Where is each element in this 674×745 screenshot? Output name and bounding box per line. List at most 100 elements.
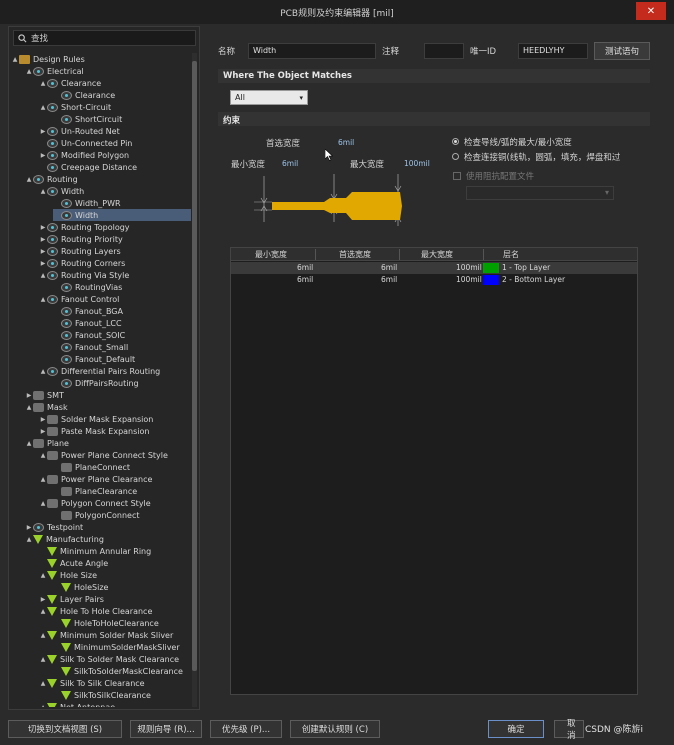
- chevron-down-icon[interactable]: ▲: [39, 296, 47, 303]
- tree-item[interactable]: Acute Angle: [39, 557, 108, 569]
- ok-button[interactable]: 确定: [488, 720, 544, 738]
- table-row[interactable]: 6mil 6mil 100mil 1 - Top Layer: [231, 262, 637, 274]
- tree-item[interactable]: ▲ Fanout Control: [39, 293, 119, 305]
- chevron-down-icon[interactable]: ▲: [39, 608, 47, 615]
- tree-item[interactable]: ▲ Width: [39, 185, 84, 197]
- switch-to-document-view-button[interactable]: 切换到文档视图 (S): [8, 720, 122, 738]
- tree-item[interactable]: Fanout_LCC: [53, 317, 122, 329]
- tree-item[interactable]: ▲ Clearance: [39, 77, 101, 89]
- max-width-value[interactable]: 100mil: [404, 159, 430, 168]
- chevron-down-icon[interactable]: ▲: [39, 680, 47, 687]
- tree-item[interactable]: PlaneConnect: [53, 461, 130, 473]
- tree-item[interactable]: ▶ Paste Mask Expansion: [39, 425, 149, 437]
- tree-item[interactable]: HoleSize: [53, 581, 108, 593]
- chevron-down-icon[interactable]: ▲: [25, 404, 33, 411]
- chevron-right-icon[interactable]: ▶: [25, 392, 33, 399]
- chevron-down-icon[interactable]: ▲: [39, 368, 47, 375]
- tree-item[interactable]: Clearance: [53, 89, 115, 101]
- chevron-down-icon[interactable]: ▲: [39, 104, 47, 111]
- tree-item[interactable]: SilkToSolderMaskClearance: [53, 665, 183, 677]
- tree-item[interactable]: HoleToHoleClearance: [53, 617, 159, 629]
- chevron-down-icon[interactable]: ▲: [39, 704, 47, 708]
- chevron-right-icon[interactable]: ▶: [39, 248, 47, 255]
- tree-item[interactable]: ▲ Silk To Silk Clearance: [39, 677, 145, 689]
- cell-max[interactable]: 100mil: [456, 263, 482, 272]
- chevron-down-icon[interactable]: ▲: [39, 656, 47, 663]
- column-divider[interactable]: [483, 249, 484, 260]
- tree-item[interactable]: PolygonConnect: [53, 509, 140, 521]
- check-track-width-radio[interactable]: [452, 138, 459, 145]
- tree-item[interactable]: ▲ Hole To Hole Clearance: [39, 605, 152, 617]
- tree-item[interactable]: ▶ Un-Routed Net: [39, 125, 120, 137]
- chevron-down-icon[interactable]: ▲: [39, 632, 47, 639]
- chevron-down-icon[interactable]: ▲: [25, 68, 33, 75]
- chevron-down-icon[interactable]: ▲: [25, 440, 33, 447]
- tree-item[interactable]: ▶ Testpoint: [25, 521, 83, 533]
- tree-item[interactable]: ▲ Silk To Solder Mask Clearance: [39, 653, 179, 665]
- uid-field[interactable]: HEEDLYHY: [518, 43, 588, 59]
- tree-item[interactable]: DiffPairsRouting: [53, 377, 139, 389]
- tree-item[interactable]: Fanout_Small: [53, 341, 128, 353]
- cell-min[interactable]: 6mil: [297, 263, 313, 272]
- chevron-right-icon[interactable]: ▶: [39, 236, 47, 243]
- tree-item[interactable]: ▲ Net Antennae: [39, 701, 115, 707]
- min-width-value[interactable]: 6mil: [282, 159, 298, 168]
- chevron-down-icon[interactable]: ▲: [39, 500, 47, 507]
- tree-item[interactable]: Un-Connected Pin: [39, 137, 132, 149]
- tree-item[interactable]: ▶ SMT: [25, 389, 64, 401]
- test-query-button[interactable]: 测试语句: [594, 42, 650, 60]
- chevron-right-icon[interactable]: ▶: [39, 428, 47, 435]
- chevron-down-icon[interactable]: ▲: [39, 572, 47, 579]
- search-input[interactable]: 查找: [13, 30, 196, 46]
- chevron-down-icon[interactable]: ▲: [39, 272, 47, 279]
- tree-item[interactable]: ▲ Minimum Solder Mask Sliver: [39, 629, 173, 641]
- tree-item[interactable]: Fanout_BGA: [53, 305, 123, 317]
- tree-item[interactable]: PlaneClearance: [53, 485, 137, 497]
- tree-item[interactable]: Width_PWR: [53, 197, 121, 209]
- col-min-width[interactable]: 最小宽度: [255, 249, 287, 260]
- tree-item[interactable]: ShortCircuit: [53, 113, 122, 125]
- tree-item[interactable]: ▲ Routing Via Style: [39, 269, 129, 281]
- chevron-down-icon[interactable]: ▲: [39, 188, 47, 195]
- chevron-down-icon[interactable]: ▲: [25, 176, 33, 183]
- cell-preferred[interactable]: 6mil: [381, 263, 397, 272]
- chevron-down-icon[interactable]: ▲: [25, 536, 33, 543]
- check-connected-copper-radio[interactable]: [452, 153, 459, 160]
- impedance-profile-checkbox[interactable]: [453, 172, 461, 180]
- cell-preferred[interactable]: 6mil: [381, 275, 397, 284]
- tree-item[interactable]: RoutingVias: [53, 281, 122, 293]
- chevron-right-icon[interactable]: ▶: [39, 416, 47, 423]
- column-divider[interactable]: [315, 249, 316, 260]
- tree-item[interactable]: ▲ Routing: [25, 173, 78, 185]
- tree-scrollbar[interactable]: [192, 53, 197, 707]
- tree-item[interactable]: ▶ Modified Polygon: [39, 149, 129, 161]
- cancel-button[interactable]: 取消: [554, 719, 584, 741]
- tree-item[interactable]: ▲ Power Plane Clearance: [39, 473, 152, 485]
- priorities-button[interactable]: 优先级 (P)...: [210, 720, 282, 738]
- comment-field[interactable]: [424, 43, 464, 59]
- chevron-right-icon[interactable]: ▶: [25, 524, 33, 531]
- chevron-right-icon[interactable]: ▶: [39, 596, 47, 603]
- name-field[interactable]: Width: [248, 43, 376, 59]
- tree-item[interactable]: Fanout_Default: [53, 353, 135, 365]
- column-divider[interactable]: [399, 249, 400, 260]
- create-default-rules-button[interactable]: 创建默认规则 (C): [290, 720, 380, 738]
- tree-item[interactable]: ▶ Routing Priority: [39, 233, 123, 245]
- chevron-down-icon[interactable]: ▲: [39, 80, 47, 87]
- tree-item[interactable]: SilkToSilkClearance: [53, 689, 151, 701]
- scope-dropdown[interactable]: All ▾: [230, 90, 308, 105]
- tree-item[interactable]: Creepage Distance: [39, 161, 137, 173]
- rule-wizard-button[interactable]: 规则向导 (R)...: [130, 720, 202, 738]
- chevron-down-icon[interactable]: ▲: [39, 476, 47, 483]
- close-button[interactable]: ✕: [636, 2, 666, 20]
- tree-item[interactable]: ▲ Short-Circuit: [39, 101, 111, 113]
- col-layer-name[interactable]: 层名: [503, 249, 519, 260]
- cell-max[interactable]: 100mil: [456, 275, 482, 284]
- tree-item[interactable]: ▶ Solder Mask Expansion: [39, 413, 153, 425]
- tree-item[interactable]: Minimum Annular Ring: [39, 545, 151, 557]
- cell-min[interactable]: 6mil: [297, 275, 313, 284]
- tree-item[interactable]: ▲ Design Rules: [11, 53, 85, 65]
- tree-item[interactable]: Width: [53, 209, 191, 221]
- chevron-right-icon[interactable]: ▶: [39, 260, 47, 267]
- preferred-width-value[interactable]: 6mil: [338, 138, 354, 147]
